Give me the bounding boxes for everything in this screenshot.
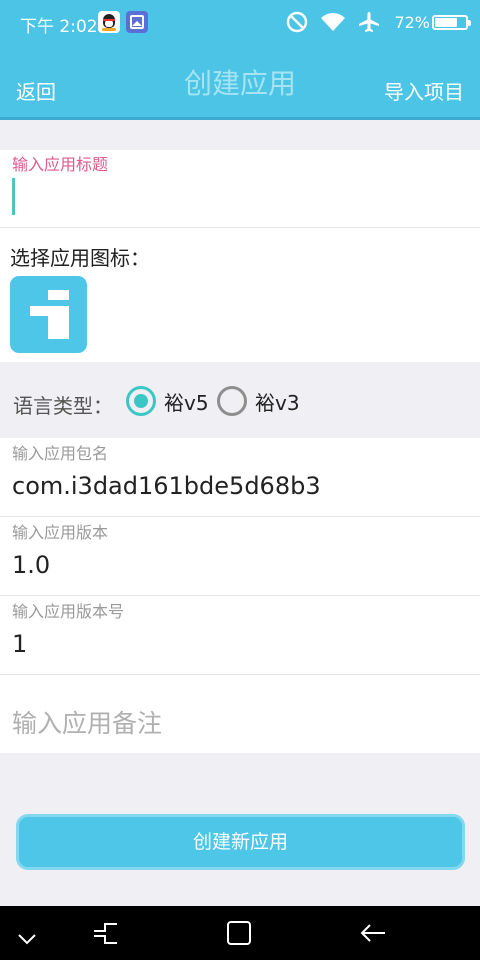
version-code-field-label: 输入应用版本号 — [12, 602, 125, 621]
system-nav-bar — [0, 906, 480, 960]
create-app-button[interactable]: 创建新应用 — [16, 814, 465, 870]
package-input[interactable]: com.i3dad161bde5d68b3 — [12, 472, 321, 500]
radio-option-v5[interactable]: 裕v5 — [126, 385, 209, 417]
package-field-label: 输入应用包名 — [12, 444, 109, 463]
wifi-icon — [321, 13, 346, 31]
version-field-label: 输入应用版本 — [12, 523, 109, 542]
status-bar: 下午 2:02 72% — [0, 0, 480, 44]
chevron-down-icon[interactable] — [0, 906, 60, 960]
app-icon-picker[interactable] — [10, 276, 87, 353]
recent-apps-icon[interactable] — [76, 906, 136, 960]
system-status-icons: 72% — [274, 9, 471, 35]
version-code-input[interactable]: 1 — [12, 630, 27, 658]
status-time: 下午 2:02 — [20, 17, 98, 37]
airplane-icon — [359, 12, 380, 32]
home-icon[interactable] — [210, 906, 270, 960]
divider — [0, 595, 480, 596]
remarks-input[interactable]: 输入应用备注 — [12, 704, 162, 740]
radio-label-v5: 裕v5 — [164, 390, 209, 415]
radio-checked-icon[interactable] — [126, 386, 156, 416]
icon-section-label: 选择应用图标： — [10, 246, 150, 270]
divider — [0, 674, 480, 675]
qq-icon — [98, 11, 120, 33]
do-not-disturb-icon — [287, 11, 308, 33]
battery-percentage: 72% — [394, 12, 430, 32]
notification-icons — [98, 11, 148, 33]
title-field-label: 输入应用标题 — [12, 155, 109, 174]
back-arrow-icon[interactable] — [343, 906, 403, 960]
version-input[interactable]: 1.0 — [12, 551, 50, 579]
radio-unchecked-icon[interactable] — [217, 386, 247, 416]
title-bar: 返回 创建应用 导入项目 — [0, 44, 480, 120]
battery-icon — [432, 14, 471, 30]
import-project-button[interactable]: 导入项目 — [384, 76, 464, 105]
text-cursor — [12, 178, 15, 215]
radio-label-v3: 裕v3 — [255, 390, 300, 415]
divider — [0, 516, 480, 517]
radio-option-v3[interactable]: 裕v3 — [217, 385, 300, 417]
language-type-label: 语言类型： — [13, 394, 113, 418]
gallery-icon — [126, 11, 148, 33]
